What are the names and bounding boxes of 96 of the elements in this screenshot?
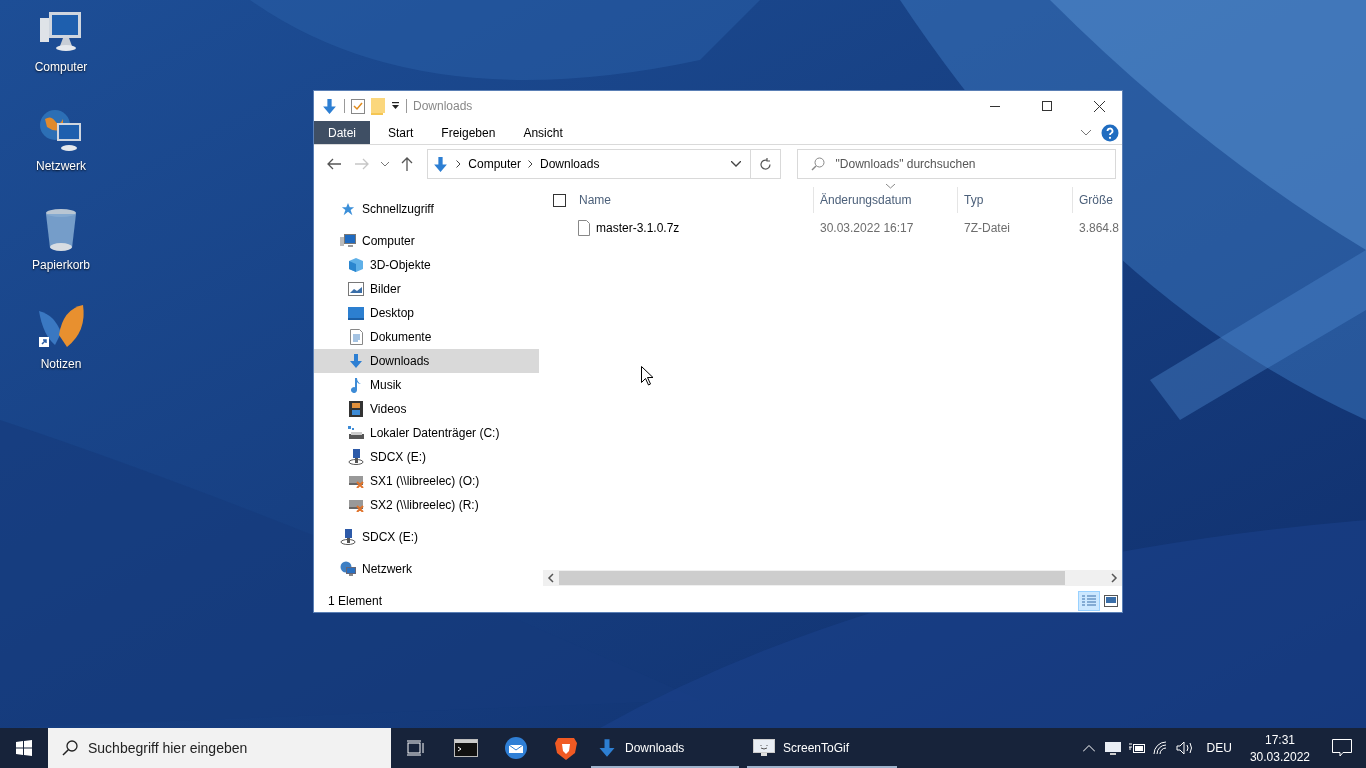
clock-time[interactable]: 17:31: [1264, 732, 1295, 747]
close-icon[interactable]: [1093, 100, 1105, 112]
monitor-icon: [753, 739, 775, 757]
envelope-icon[interactable]: [504, 736, 528, 760]
nav-item[interactable]: SDCX (E:): [314, 445, 539, 469]
taskbar-search-field[interactable]: Suchbegriff hier eingeben: [48, 728, 391, 768]
nav-item[interactable]: Bilder: [314, 277, 539, 301]
cube-icon: [348, 257, 364, 273]
column-header[interactable]: Name: [579, 193, 611, 207]
file-icon: [578, 220, 590, 236]
search-icon: [62, 740, 78, 756]
terminal-icon[interactable]: [454, 739, 478, 757]
table-cell-text: 7Z-Datei: [963, 221, 1011, 235]
up-arrow-icon[interactable]: [401, 157, 414, 171]
checkbox[interactable]: [553, 193, 566, 207]
wifi-icon[interactable]: [1152, 741, 1169, 755]
battery-icon[interactable]: [1127, 742, 1146, 754]
desktop-icon-label[interactable]: Notizen: [40, 357, 82, 371]
ribbon-tab[interactable]: Freigeben: [427, 121, 510, 144]
star-icon: [341, 202, 355, 216]
chevron-right-icon: [456, 160, 462, 168]
drive-icon: [348, 426, 364, 440]
nav-item[interactable]: SDCX (E:): [314, 525, 539, 549]
monitor-icon: [348, 306, 364, 320]
film-icon: [349, 401, 363, 417]
table-cell-text: 3.864.8: [1078, 221, 1121, 235]
ribbon-tab[interactable]: Datei: [314, 121, 370, 144]
help-icon[interactable]: [1101, 124, 1119, 142]
network-drive-icon: [348, 474, 364, 488]
desktop-icon-label[interactable]: Netzwerk: [36, 159, 86, 173]
download-icon: [348, 353, 364, 369]
file-name[interactable]: master-3.1.0.7z: [596, 221, 680, 235]
minimize-icon[interactable]: [990, 105, 1000, 107]
computer-icon: [340, 234, 356, 248]
chevron-right-icon: [528, 160, 533, 168]
chevron-down-icon[interactable]: [1081, 130, 1091, 136]
nav-item[interactable]: Netzwerk: [314, 557, 539, 581]
music-note-icon: [350, 377, 362, 393]
input-language[interactable]: DEU: [1196, 741, 1242, 755]
image-icon: [348, 282, 364, 296]
taskbar-app-button[interactable]: Downloads: [591, 728, 739, 768]
breadcrumb[interactable]: Downloads: [540, 157, 600, 171]
search-field[interactable]: "Downloads" durchsuchen: [796, 149, 1116, 179]
usb-drive-icon: [340, 529, 356, 545]
horizontal-scrollbar[interactable]: [543, 570, 1122, 586]
task-view-icon[interactable]: [407, 740, 425, 756]
nav-item[interactable]: Computer: [314, 229, 539, 253]
nav-item[interactable]: SX2 (\\libreelec) (R:): [314, 493, 539, 517]
properties-icon[interactable]: [351, 98, 365, 114]
back-arrow-icon[interactable]: [326, 158, 341, 170]
sort-caret-icon: [885, 184, 895, 189]
breadcrumb[interactable]: Computer: [468, 157, 521, 171]
chevron-up-icon[interactable]: [1082, 744, 1095, 752]
mouse-pointer-icon: [641, 366, 654, 386]
taskbar-app-button[interactable]: ScreenToGif: [747, 728, 897, 768]
usb-drive-icon: [348, 449, 364, 465]
large-icons-view-icon: [1104, 595, 1118, 607]
shield-icon[interactable]: [555, 736, 577, 760]
nav-item[interactable]: Schnellzugriff: [314, 197, 539, 221]
ribbon-tab[interactable]: Ansicht: [509, 121, 577, 144]
refresh-icon[interactable]: [758, 157, 772, 171]
nav-item[interactable]: Dokumente: [314, 325, 539, 349]
speaker-icon[interactable]: [1175, 741, 1194, 755]
desktop-icon-label[interactable]: Papierkorb: [32, 258, 90, 272]
nav-item[interactable]: Videos: [314, 397, 539, 421]
monitor-icon[interactable]: [1104, 741, 1121, 755]
search-icon: [810, 157, 825, 171]
document-icon: [349, 329, 363, 345]
nav-item[interactable]: SX1 (\\libreelec) (O:): [314, 469, 539, 493]
table-cell-text: 30.03.2022 16:17: [819, 221, 915, 235]
details-view-icon: [1082, 595, 1096, 607]
column-header[interactable]: Änderungsdatum: [820, 193, 912, 207]
nav-item[interactable]: Desktop: [314, 301, 539, 325]
status-text: 1 Element: [328, 594, 384, 608]
nav-item[interactable]: Downloads: [314, 349, 539, 373]
desktop-icon-label[interactable]: Computer: [34, 60, 88, 74]
download-icon: [597, 738, 617, 758]
nav-item[interactable]: 3D-Objekte: [314, 253, 539, 277]
download-icon: [321, 97, 338, 115]
scroll-right-icon[interactable]: [1108, 572, 1120, 584]
nav-item[interactable]: Lokaler Datenträger (C:): [314, 421, 539, 445]
column-header[interactable]: Typ: [964, 193, 984, 207]
address-bar[interactable]: Computer Downloads: [427, 149, 781, 179]
caret-icon[interactable]: [391, 102, 400, 110]
chevron-down-icon[interactable]: [730, 161, 741, 167]
notifications-icon[interactable]: [1332, 739, 1352, 757]
window-title: Downloads: [413, 99, 474, 113]
ribbon-tab[interactable]: Start: [374, 121, 428, 144]
column-header[interactable]: Größe: [1079, 193, 1113, 207]
nav-item[interactable]: Musik: [314, 373, 539, 397]
clock-date[interactable]: 30.03.2022: [1249, 749, 1310, 764]
scroll-left-icon[interactable]: [545, 572, 557, 584]
network-icon: [340, 561, 356, 577]
network-drive-icon: [348, 498, 364, 512]
windows-logo-icon[interactable]: [16, 740, 32, 756]
maximize-icon[interactable]: [1042, 101, 1052, 111]
